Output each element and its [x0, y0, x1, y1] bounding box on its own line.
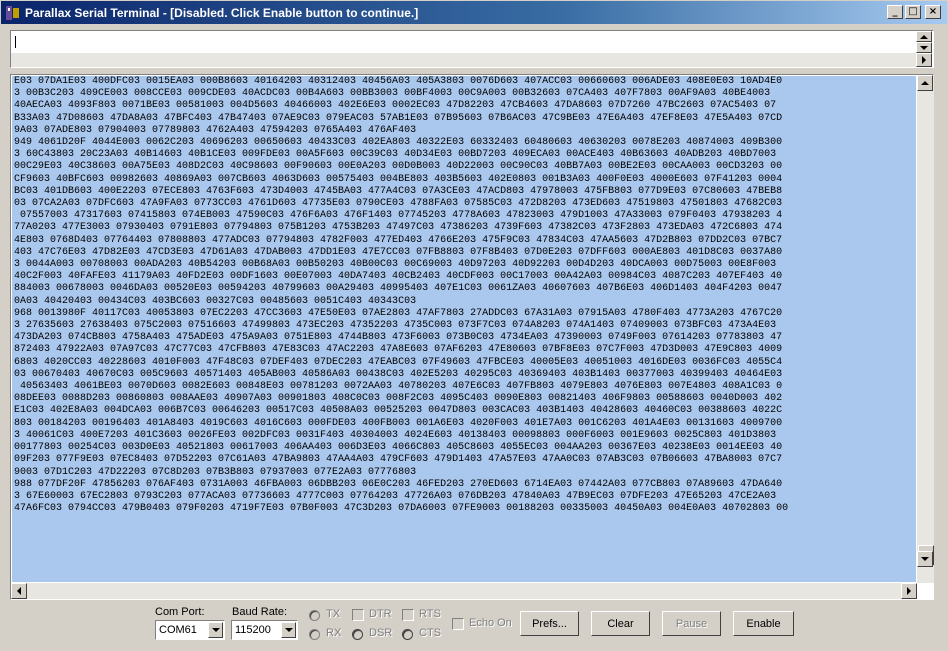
arrow-down-icon: [921, 557, 929, 561]
output-line: 00C29E03 40C38603 00A75E03 408D2C03 40C9…: [14, 161, 783, 173]
title-bar[interactable]: Parallax Serial Terminal - [Disabled. Cl…: [0, 0, 948, 24]
dtr-checkbox[interactable]: [352, 609, 364, 621]
output-line: 3 60C43803 20C23A03 40B14603 40B1CE03 00…: [14, 149, 777, 161]
output-line: 884003 00678003 0046DA03 00520E03 005942…: [14, 283, 783, 295]
rx-label: RX: [326, 627, 342, 639]
output-line: 9A03 07ADE803 07904003 07789803 4762A403…: [14, 124, 417, 136]
output-line: 40563403 4061BE03 0070D603 0082E603 0084…: [14, 381, 783, 393]
prefs-button[interactable]: Prefs...: [520, 611, 579, 636]
output-line: 07557003 47317603 07415803 074EB003 4759…: [14, 210, 783, 222]
tx-label: TX: [326, 608, 341, 620]
echo-on-label: Echo On: [469, 617, 512, 629]
tx-indicator: [309, 610, 320, 621]
output-line: 00177803 00254C03 003D0E03 40521803 0061…: [14, 442, 783, 454]
minimize-button[interactable]: _: [887, 5, 903, 19]
enable-button[interactable]: Enable: [733, 611, 794, 636]
input-scroll-down-button[interactable]: [916, 42, 932, 53]
output-line: 3 00B3C203 409CE003 008CCE03 009CDE03 40…: [14, 88, 771, 100]
input-scroll-up-button[interactable]: [916, 31, 932, 42]
baud-rate-dropdown-button[interactable]: [281, 622, 296, 638]
minimize-icon: _: [892, 6, 898, 17]
rts-checkbox[interactable]: [402, 609, 414, 621]
baud-rate-label: Baud Rate:: [232, 606, 288, 618]
baud-rate-select[interactable]: 115200: [231, 620, 298, 640]
output-line: 949 4061D20F 4044E003 0062C203 40696203 …: [14, 137, 783, 149]
close-button[interactable]: ×: [925, 5, 941, 19]
rts-label: RTS: [419, 608, 441, 620]
output-line: 803 00184203 00196403 401A8403 4019C603 …: [14, 417, 783, 429]
cts-indicator: [402, 629, 413, 640]
output-line: 40AECA03 4093F803 0071BE03 00581003 004D…: [14, 100, 777, 112]
cts-label: CTS: [419, 627, 441, 639]
clear-button[interactable]: Clear: [591, 611, 650, 636]
output-line: B33A03 47D08603 47DA8A03 47BFC403 47B474…: [14, 112, 783, 124]
output-line: 988 077DF20F 47856203 076AF403 0731A003 …: [14, 478, 783, 490]
window-title: Parallax Serial Terminal - [Disabled. Cl…: [25, 6, 419, 20]
arrow-down-icon: [920, 45, 928, 50]
echo-on-checkbox[interactable]: [452, 618, 464, 630]
input-hscrollbar[interactable]: [11, 53, 916, 67]
pause-button[interactable]: Pause: [662, 611, 721, 636]
chevron-down-icon: [211, 628, 220, 632]
output-line: CF9603 40BFC603 00982603 40869A03 007CB6…: [14, 173, 783, 185]
output-line: 77A0203 477E3003 07930403 0791E803 07794…: [14, 222, 783, 234]
com-port-select[interactable]: COM61: [155, 620, 225, 640]
output-scroll-down-button[interactable]: [917, 551, 933, 567]
output-line: 40C2F003 40FAFE03 41179A03 40FD2E03 00DF…: [14, 271, 783, 283]
output-line: 872403 47922A03 07A97C03 47C77C03 47CFB8…: [14, 344, 783, 356]
output-line: 3 0044A003 00708003 00ADA203 40B54203 00…: [14, 259, 777, 271]
dsr-label: DSR: [369, 627, 393, 639]
transmit-input[interactable]: [13, 33, 915, 51]
output-line: 4E803 0768D403 07764403 07808803 477ADC0…: [14, 234, 783, 246]
baud-rate-value: 115200: [235, 624, 271, 636]
output-line: 09F203 077F9E03 07EC8403 07D52203 07C61A…: [14, 454, 783, 466]
output-line: 6803 4020CC03 40228603 4010F003 47F48C03…: [14, 356, 783, 368]
chevron-down-icon: [284, 628, 293, 632]
output-line: E1C03 402E8A03 004DCA03 006B7C03 0064620…: [14, 405, 783, 417]
arrow-right-icon: [922, 56, 926, 64]
control-bar: Com Port: COM61 Baud Rate: 115200 TX RX …: [0, 602, 948, 651]
output-line: 403 47C76E03 47D82E03 47CD3E03 47D61A03 …: [14, 246, 783, 258]
output-line: 9003 07D1C203 47D22203 07C8D203 07B3B803…: [14, 466, 417, 478]
maximize-icon: □: [908, 6, 918, 17]
output-line: 968 0013980F 40117C03 40053803 07EC2203 …: [14, 307, 783, 319]
dsr-indicator: [352, 629, 363, 640]
output-line: 47A6FC03 0794CC03 479B0403 079F0203 4719…: [14, 503, 789, 515]
dtr-label: DTR: [369, 608, 392, 620]
arrow-up-icon: [921, 81, 929, 85]
output-line: 03 00670403 40670C03 005C9603 40571403 4…: [14, 368, 783, 380]
output-line: 473DA203 074CB803 4758A403 475ADE03 475A…: [14, 332, 783, 344]
com-port-value: COM61: [159, 624, 197, 636]
arrow-right-icon: [907, 587, 911, 595]
output-line: 3 27635603 27638403 075C2003 07516603 47…: [14, 320, 777, 332]
output-scroll-left-button[interactable]: [11, 583, 27, 599]
output-line: 03 07CA2A03 07DFC603 47A9FA03 0773CC03 4…: [14, 198, 783, 210]
receive-pane: E03 07DA1E03 400DFC03 0015EA03 000B8603 …: [10, 74, 934, 600]
input-scroll-right-button[interactable]: [916, 53, 932, 67]
app-icon: [6, 6, 19, 20]
output-hscrollbar[interactable]: [11, 583, 917, 599]
maximize-button[interactable]: □: [905, 5, 921, 19]
transmit-pane: [10, 30, 934, 68]
rx-indicator: [309, 629, 320, 640]
output-line: 0A03 40420403 00434C03 403BC603 00327C03…: [14, 295, 417, 307]
output-scroll-up-button[interactable]: [917, 75, 933, 91]
output-line: E03 07DA1E03 400DFC03 0015EA03 000B8603 …: [14, 76, 783, 87]
receive-output-text[interactable]: E03 07DA1E03 400DFC03 0015EA03 000B8603 …: [12, 76, 916, 582]
output-line: 3 67E60003 67EC2803 0793C203 077ACA03 07…: [14, 490, 777, 502]
com-port-label: Com Port:: [155, 606, 205, 618]
text-caret: [15, 36, 16, 48]
output-vscrollbar[interactable]: [917, 75, 934, 583]
close-icon: ×: [928, 6, 938, 17]
arrow-left-icon: [17, 587, 21, 595]
output-line: 08DEE03 0088D203 00860803 008AAE03 40907…: [14, 393, 783, 405]
output-scroll-right-button[interactable]: [901, 583, 917, 599]
output-line: BC03 401DB603 400E2203 07ECE803 4763F603…: [14, 185, 783, 197]
arrow-up-icon: [920, 34, 928, 39]
output-line: 3 40061C03 400E7203 401C3603 0026FE03 00…: [14, 429, 777, 441]
com-port-dropdown-button[interactable]: [208, 622, 223, 638]
